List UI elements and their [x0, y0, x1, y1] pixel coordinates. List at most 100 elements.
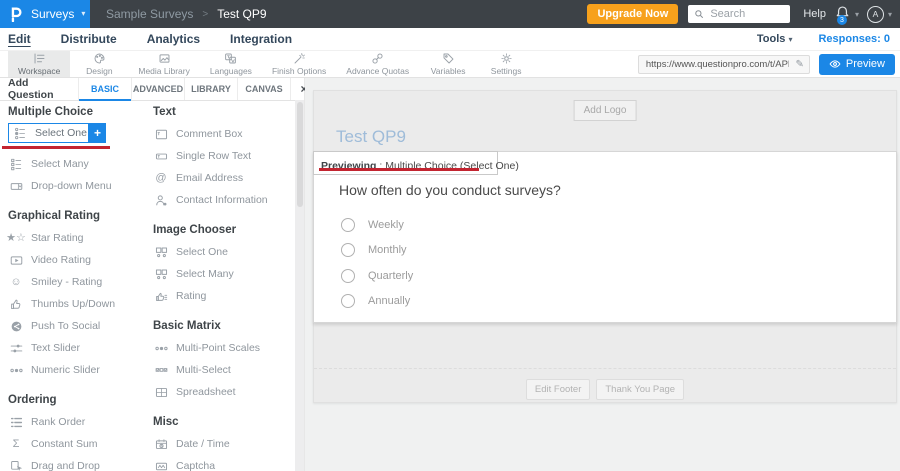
media-library-icon	[156, 52, 172, 65]
scrollbar-thumb[interactable]	[297, 102, 303, 207]
toolbar-advance-quotas[interactable]: Advance Quotas	[336, 51, 419, 77]
upgrade-now-button[interactable]: Upgrade Now	[587, 4, 678, 24]
menu-analytics[interactable]: Analytics	[147, 32, 200, 46]
workspace-icon	[31, 52, 47, 65]
survey-title[interactable]: Test QP9	[336, 127, 406, 147]
date-time-icon	[153, 438, 169, 451]
tab-library[interactable]: LIBRARY	[184, 78, 237, 100]
thank-you-page-button[interactable]: Thank You Page	[596, 379, 684, 400]
avatar[interactable]: A	[867, 6, 884, 23]
radio-button-icon[interactable]	[341, 294, 355, 308]
question-type-label: Numeric Slider	[31, 364, 100, 376]
toolbar-label: Advance Quotas	[346, 66, 409, 76]
breadcrumb-parent[interactable]: Sample Surveys	[106, 7, 193, 21]
text-slider-icon	[8, 342, 24, 355]
tools-menu[interactable]: Tools ▾	[757, 33, 793, 45]
design-icon	[91, 52, 107, 65]
option-weekly[interactable]: Weekly	[341, 212, 413, 238]
radio-button-icon[interactable]	[341, 218, 355, 232]
tab-basic[interactable]: BASIC	[78, 78, 131, 100]
at-icon: @	[153, 173, 169, 184]
question-type-smiley-rating[interactable]: ☺Smiley - Rating	[8, 271, 145, 293]
question-type-email-address[interactable]: @Email Address	[153, 167, 295, 189]
image-select-icon	[153, 246, 169, 259]
question-type-rank-order[interactable]: Rank Order	[8, 411, 145, 433]
question-type-date-time[interactable]: Date / Time	[153, 433, 295, 455]
question-text[interactable]: How often do you conduct surveys?	[339, 182, 561, 198]
settings-icon	[498, 52, 514, 65]
toolbar-media-library[interactable]: Media Library	[128, 51, 200, 77]
toolbar-design[interactable]: Design	[70, 51, 128, 77]
section-title-misc: Misc	[153, 416, 295, 428]
question-type-select-many[interactable]: Select Many	[8, 153, 145, 175]
preview-button[interactable]: Preview	[819, 54, 895, 75]
menu-distribute[interactable]: Distribute	[61, 32, 117, 46]
notifications-button[interactable]: 3	[835, 5, 851, 23]
toolbar-variables[interactable]: Variables	[419, 51, 477, 77]
help-link[interactable]: Help	[803, 8, 826, 20]
tab-canvas[interactable]: CANVAS	[237, 78, 290, 100]
edit-footer-button[interactable]: Edit Footer	[526, 379, 590, 400]
question-type-select-many[interactable]: Select Many	[153, 263, 295, 285]
question-type-drag-and-drop[interactable]: Drag and Drop	[8, 455, 145, 471]
question-type-push-to-social[interactable]: Push To Social	[8, 315, 145, 337]
chevron-down-icon[interactable]: ▾	[888, 10, 892, 19]
spreadsheet-icon	[153, 386, 169, 399]
survey-url-input[interactable]	[644, 58, 792, 71]
finish-options-icon	[291, 52, 307, 65]
question-type-comment-box[interactable]: Comment Box	[153, 123, 295, 145]
toolbar-label: Settings	[491, 66, 522, 76]
survey-canvas: Add Logo Test QP9 Previewing : Multiple …	[313, 90, 897, 403]
question-type-captcha[interactable]: Captcha	[153, 455, 295, 471]
tab-advanced[interactable]: ADVANCED	[131, 78, 184, 100]
image-rating-icon	[153, 290, 169, 303]
search-input[interactable]	[708, 7, 784, 21]
add-question-type-button[interactable]: +	[89, 123, 106, 143]
radio-button-icon[interactable]	[341, 243, 355, 257]
toolbar-settings[interactable]: Settings	[477, 51, 535, 77]
annotation-underline	[2, 146, 110, 149]
toolbar-workspace[interactable]: Workspace	[8, 51, 70, 77]
image-select-icon	[153, 268, 169, 281]
add-logo-button[interactable]: Add Logo	[574, 100, 637, 121]
question-type-spreadsheet[interactable]: Spreadsheet	[153, 381, 295, 403]
question-type-star-rating[interactable]: ★☆Star Rating	[8, 227, 145, 249]
question-type-text-slider[interactable]: Text Slider	[8, 337, 145, 359]
toolbar-finish-options[interactable]: Finish Options	[262, 51, 336, 77]
share-icon	[8, 320, 24, 333]
menu-integration[interactable]: Integration	[230, 32, 292, 46]
question-type-select-one[interactable]: Select One	[153, 241, 295, 263]
option-quarterly[interactable]: Quarterly	[341, 263, 413, 289]
toolbar-languages[interactable]: Languages	[200, 51, 262, 77]
add-question-title: Add Question	[0, 78, 78, 100]
option-monthly[interactable]: Monthly	[341, 238, 413, 264]
question-type-label: Thumbs Up/Down	[31, 298, 115, 310]
question-type-drop-down-menu[interactable]: Drop-down Menu	[8, 175, 145, 197]
section-title-graphical-rating: Graphical Rating	[8, 210, 145, 222]
question-type-constant-sum[interactable]: ΣConstant Sum	[8, 433, 145, 455]
question-type-rating[interactable]: Rating	[153, 285, 295, 307]
comment-box-icon	[153, 128, 169, 141]
survey-url-field[interactable]: ✎	[638, 55, 810, 74]
menu-bar: Edit Distribute Analytics Integration Tools…	[0, 28, 900, 50]
chevron-down-icon[interactable]: ▾	[855, 10, 859, 19]
chevron-down-icon: ▾	[81, 10, 85, 18]
question-type-multi-point-scales[interactable]: Multi-Point Scales	[153, 337, 295, 359]
toolbar-label: Media Library	[138, 66, 190, 76]
surveys-menu[interactable]: Surveys ▾	[0, 0, 90, 28]
question-type-thumbs-up-down[interactable]: Thumbs Up/Down	[8, 293, 145, 315]
question-type-label: Contact Information	[176, 194, 268, 206]
radio-button-icon[interactable]	[341, 269, 355, 283]
menu-edit[interactable]: Edit	[8, 32, 31, 46]
question-type-single-row-text[interactable]: Single Row Text	[153, 145, 295, 167]
panel-scrollbar[interactable]	[295, 100, 304, 471]
option-annually[interactable]: Annually	[341, 289, 413, 315]
question-type-select-one[interactable]: Select One	[8, 123, 89, 143]
question-type-video-rating[interactable]: Video Rating	[8, 249, 145, 271]
question-type-numeric-slider[interactable]: Numeric Slider	[8, 359, 145, 381]
search-box[interactable]	[688, 5, 790, 23]
question-type-multi-select[interactable]: Multi-Select	[153, 359, 295, 381]
responses-count[interactable]: Responses: 0	[818, 33, 890, 45]
edit-url-pencil-icon[interactable]: ✎	[795, 59, 803, 70]
question-type-contact-information[interactable]: Contact Information	[153, 189, 295, 211]
